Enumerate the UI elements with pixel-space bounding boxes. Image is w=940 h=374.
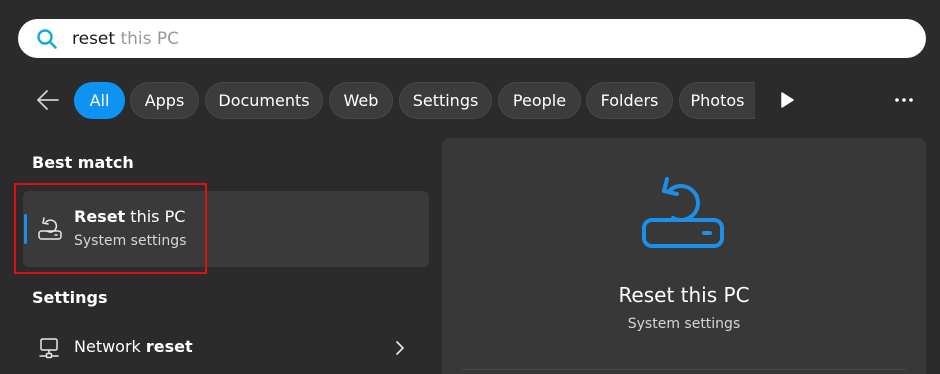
filter-web[interactable]: Web bbox=[329, 82, 393, 119]
network-icon bbox=[39, 338, 59, 359]
best-match-heading: Best match bbox=[32, 153, 134, 172]
play-icon[interactable] bbox=[778, 91, 796, 109]
preview-divider bbox=[462, 369, 906, 370]
filter-photos[interactable]: Photos bbox=[679, 82, 755, 119]
windows-search-panel: reset this PC All Apps Documents Web Set… bbox=[0, 0, 940, 374]
filter-all[interactable]: All bbox=[74, 82, 125, 119]
search-input[interactable]: reset this PC bbox=[72, 28, 179, 50]
highlight-annotation-box bbox=[14, 183, 207, 274]
settings-heading: Settings bbox=[32, 288, 108, 307]
network-reset-label-bold: reset bbox=[145, 337, 193, 356]
settings-item-network-reset[interactable]: Network reset bbox=[23, 328, 429, 368]
filter-apps[interactable]: Apps bbox=[130, 82, 199, 119]
chevron-right-icon bbox=[396, 341, 404, 355]
search-icon bbox=[37, 29, 57, 49]
network-reset-label: Network reset bbox=[74, 337, 193, 356]
back-arrow-icon[interactable] bbox=[36, 89, 60, 111]
preview-subtitle: System settings bbox=[627, 316, 741, 332]
network-reset-label-plain: Network bbox=[74, 337, 146, 356]
search-query: reset bbox=[72, 29, 116, 49]
filter-folders[interactable]: Folders bbox=[586, 82, 673, 119]
filter-people[interactable]: People bbox=[498, 82, 581, 119]
filter-settings[interactable]: Settings bbox=[399, 82, 492, 119]
filter-documents[interactable]: Documents bbox=[205, 82, 323, 119]
reset-pc-icon bbox=[642, 177, 724, 248]
preview-title: Reset this PC bbox=[618, 283, 750, 307]
search-autocomplete: this PC bbox=[115, 29, 180, 49]
search-box[interactable]: reset this PC bbox=[18, 19, 926, 58]
preview-pane: Reset this PC System settings bbox=[442, 138, 926, 374]
more-options-icon[interactable] bbox=[893, 92, 915, 108]
